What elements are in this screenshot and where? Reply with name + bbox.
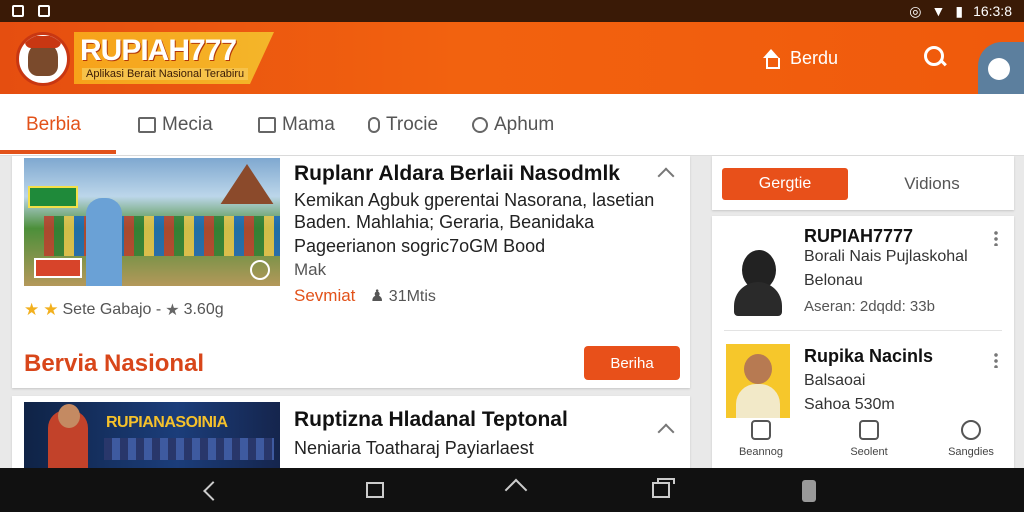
tab-mecia[interactable]: Mecia — [138, 114, 213, 136]
bottom-nav-label: Beannog — [738, 446, 784, 458]
active-tab-indicator — [0, 150, 116, 154]
bottom-nav-item[interactable]: Seolent — [824, 420, 914, 458]
tab-label: Aphum — [494, 114, 555, 135]
recents-icon[interactable] — [652, 478, 675, 498]
tab-aphum[interactable]: Aphum — [472, 114, 554, 136]
segment-vidions[interactable]: Vidions — [862, 168, 1002, 200]
article-source[interactable]: Sevmiat — [294, 286, 355, 306]
message-icon — [138, 117, 156, 133]
rating-value: 3.60g — [183, 301, 224, 318]
main-article-card[interactable]: Ruplanr Aldara Berlaii Nasodmlk Kemikan … — [12, 156, 690, 388]
search-icon[interactable] — [924, 46, 948, 70]
clock-icon — [961, 420, 981, 440]
category-tabs: Berbia Mecia Mama Trocie Aphum — [0, 94, 1024, 156]
bottom-nav-label: Seolent — [850, 446, 888, 458]
sidebar-segment: Gergtie Vidions — [712, 156, 1014, 210]
home-nav-icon[interactable] — [506, 482, 528, 500]
image-icon — [38, 5, 50, 17]
sidebar-bottom-nav: Beannog Seolent Sangdies — [712, 418, 1014, 468]
list-item-line: Borali Nais Pujlaskohal — [804, 248, 968, 265]
system-nav-bar — [0, 468, 1024, 512]
article-time-text: 31Mtis — [388, 288, 436, 305]
list-item-line: Belonau — [804, 272, 863, 289]
tab-label: Berbia — [26, 114, 81, 135]
signal-icon: ▮ — [955, 2, 964, 19]
wifi-icon: ▼ — [931, 3, 946, 19]
star-icon: ★ — [43, 300, 59, 319]
tab-label: Mama — [282, 114, 335, 135]
bottom-nav-label: Sangdies — [948, 446, 994, 458]
notification-icon — [12, 5, 24, 17]
star-outline-icon: ★ — [165, 302, 180, 319]
article-thumbnail[interactable]: RUPIANASOINIA — [24, 402, 280, 468]
list-item-line: Sahoa 530m — [804, 396, 895, 413]
article-time: ♟ 31Mtis — [370, 286, 436, 306]
avatar — [732, 246, 784, 318]
list-item-title: RUPIAH7777 — [804, 226, 914, 246]
article-title[interactable]: Ruplanr Aldara Berlaii Nasodmlk — [294, 162, 620, 186]
brand-title: RUPIAH777 — [80, 34, 237, 67]
second-article-card[interactable]: RUPIANASOINIA Ruptizna Hladanal Teptonal… — [12, 396, 690, 468]
chevron-up-icon[interactable] — [657, 423, 675, 441]
status-bar: ◎ ▼ ▮ 16:3:8 — [0, 0, 1024, 22]
app-header: RUPIAH777 Aplikasi Berait Nasional Terab… — [0, 22, 1024, 112]
sync-icon: ◎ — [909, 2, 922, 19]
tab-berbia[interactable]: Berbia — [26, 114, 81, 136]
status-time: 16:3:8 — [973, 3, 1012, 19]
more-options-icon[interactable] — [994, 230, 998, 246]
article-excerpt-line: Neniaria Toatharaj Payiarlaest — [294, 438, 534, 458]
article-excerpt-line: Pageerianon sogric7oGM Bood — [294, 236, 546, 256]
square-icon[interactable] — [366, 482, 384, 498]
more-options-icon[interactable] — [994, 352, 998, 368]
play-icon[interactable] — [250, 260, 270, 280]
book-icon — [258, 117, 276, 133]
tab-label: Mecia — [162, 114, 213, 135]
tab-mama[interactable]: Mama — [258, 114, 335, 136]
tab-trocie[interactable]: Trocie — [368, 114, 438, 136]
rating-label: Sete Gabajo - — [62, 301, 162, 318]
list-item[interactable]: RUPIAH7777 Borali Nais Pujlaskohal Belon… — [712, 216, 1014, 332]
search-small-icon — [472, 117, 488, 133]
header-nav-link[interactable]: Berdu — [760, 48, 838, 69]
list-item-title: Rupika Nacinls — [804, 346, 934, 366]
keyboard-icon[interactable] — [802, 480, 816, 502]
article-excerpt-line: Kemikan Agbuk gperentai Nasorana, laseti… — [294, 190, 655, 210]
article-rating: ★ ★ Sete Gabajo - ★ 3.60g — [24, 300, 224, 320]
grid-icon — [859, 420, 879, 440]
article-excerpt-line: Mak — [294, 260, 327, 279]
segment-gergtie[interactable]: Gergtie — [722, 168, 848, 200]
tab-label: Trocie — [386, 114, 439, 135]
article-excerpt-line: Baden. Mahlahia; Geraria, Beanidaka — [294, 212, 595, 232]
thumbnail-caption: RUPIANASOINIA — [106, 414, 228, 431]
back-icon[interactable] — [204, 482, 218, 500]
section-title: Bervia Nasional — [24, 350, 205, 377]
header-nav-label: Berdu — [790, 48, 839, 68]
article-title[interactable]: Ruptizna Hladanal Teptonal — [294, 408, 568, 432]
home-icon — [760, 48, 782, 69]
app-logo[interactable] — [16, 32, 70, 86]
list-item-meta: Aseran: 2dqdd: 33b — [804, 298, 935, 315]
bottom-nav-item[interactable]: Beannog — [716, 420, 806, 458]
article-thumbnail[interactable] — [24, 158, 280, 286]
divider — [724, 330, 1002, 331]
star-icon: ★ — [24, 300, 40, 319]
cast-icon — [751, 420, 771, 440]
list-item-line: Balsaoai — [804, 372, 866, 389]
bottom-nav-item[interactable]: Sangdies — [926, 420, 1016, 458]
section-more-button[interactable]: Beriha — [584, 346, 680, 380]
brand-tagline: Aplikasi Berait Nasional Terabiru — [82, 68, 249, 80]
avatar — [726, 344, 790, 420]
chevron-up-icon[interactable] — [657, 167, 675, 185]
user-icon: ♟ — [370, 288, 385, 305]
tag-icon — [368, 117, 380, 133]
